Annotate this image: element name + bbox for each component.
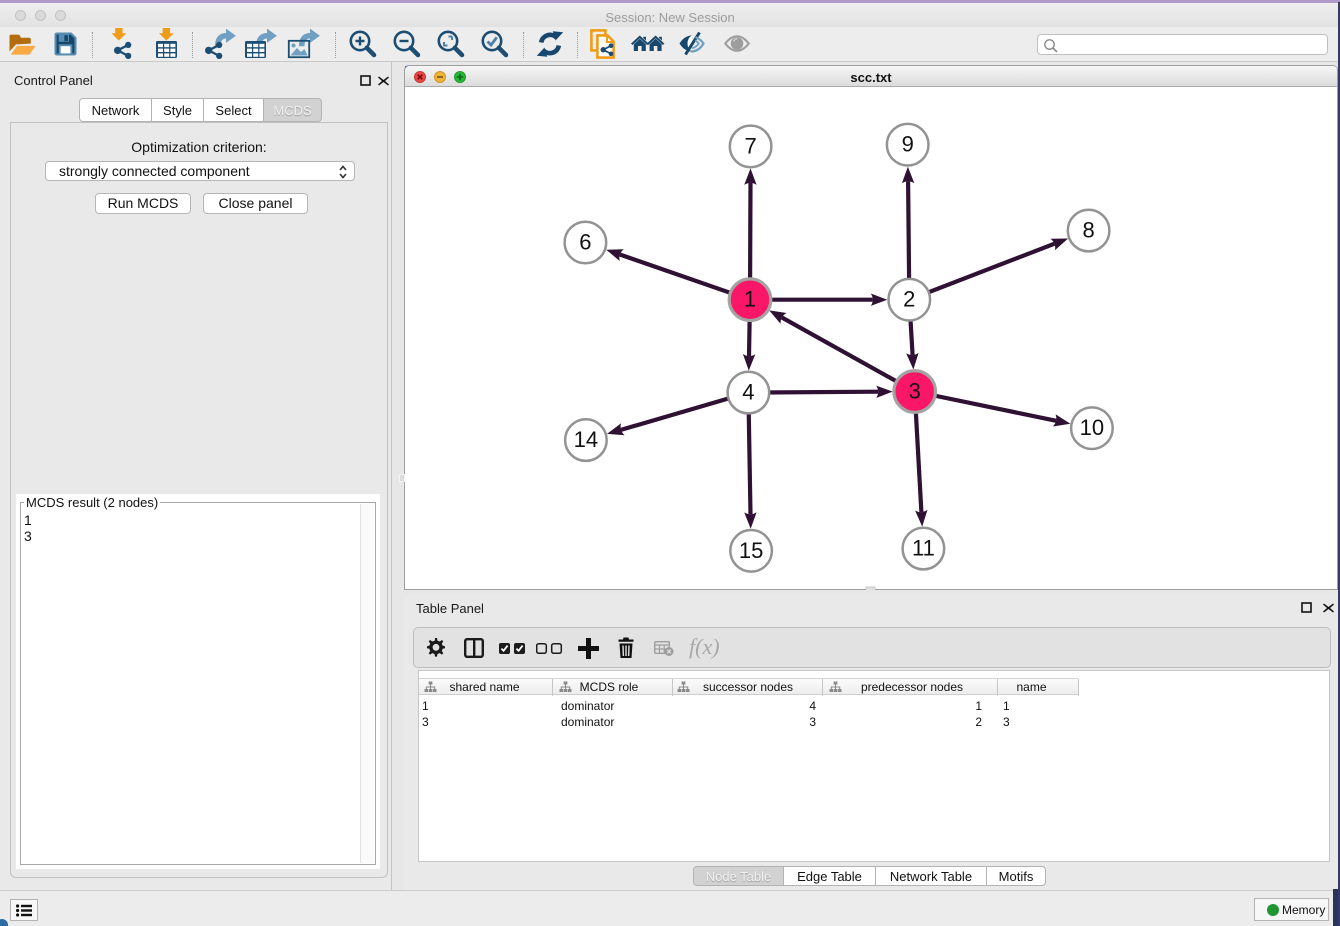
svg-text:4: 4 (742, 380, 754, 405)
svg-text:3: 3 (909, 379, 921, 404)
svg-text:15: 15 (739, 538, 763, 563)
svg-text:9: 9 (902, 132, 914, 157)
svg-text:6: 6 (579, 230, 591, 255)
svg-text:10: 10 (1080, 415, 1104, 440)
svg-text:8: 8 (1082, 218, 1094, 243)
svg-text:7: 7 (744, 133, 756, 158)
svg-text:2: 2 (903, 287, 915, 312)
svg-text:1: 1 (744, 287, 756, 312)
svg-text:11: 11 (912, 536, 935, 561)
svg-text:14: 14 (574, 427, 598, 452)
